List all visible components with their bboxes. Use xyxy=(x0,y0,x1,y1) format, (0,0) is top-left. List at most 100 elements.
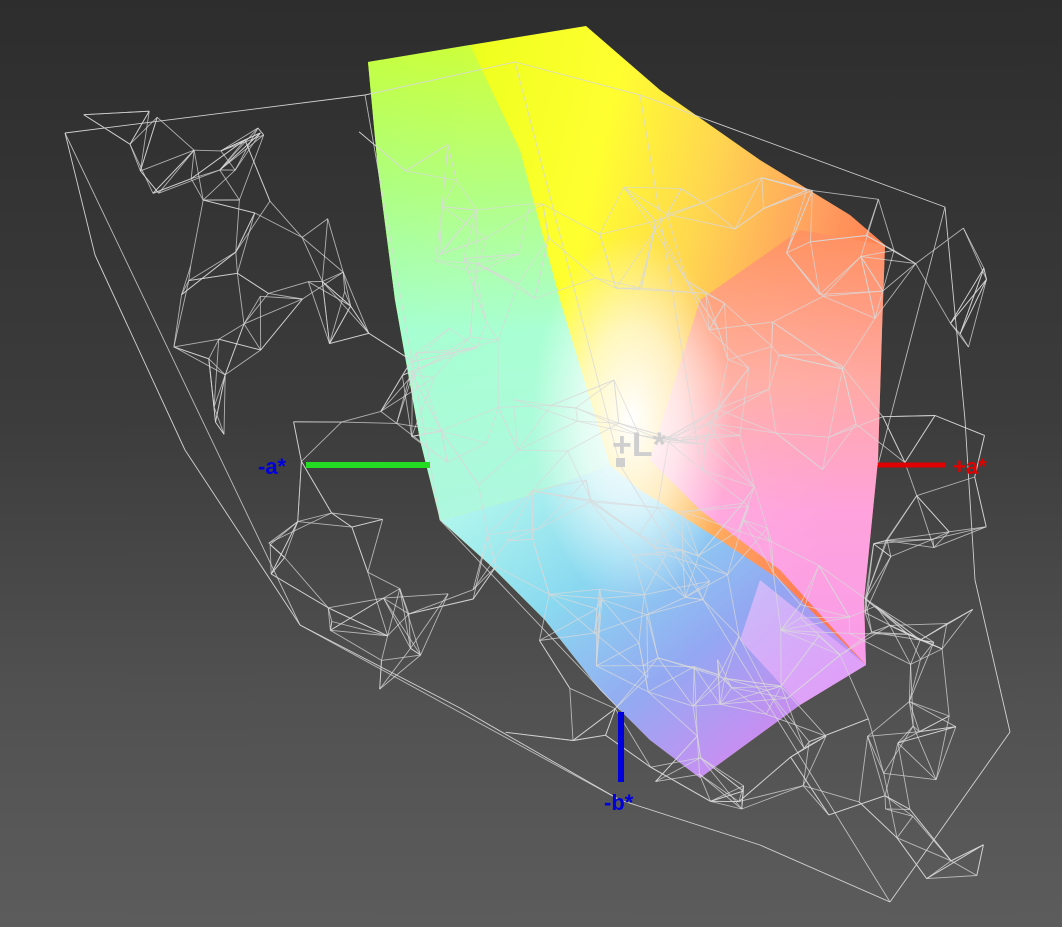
wireframe-edge xyxy=(710,790,744,802)
wireframe-edge xyxy=(297,461,302,522)
wireframe-edge xyxy=(297,512,332,523)
wireframe-edge xyxy=(896,816,914,839)
wireframe-edge xyxy=(329,621,333,631)
wireframe-edge xyxy=(194,149,221,152)
wireframe-edge xyxy=(140,170,160,194)
wireframe-edge xyxy=(867,736,886,796)
wireframe-edge xyxy=(173,338,219,348)
wireframe-edge xyxy=(569,688,574,741)
wireframe-edge xyxy=(867,736,885,774)
wireframe-edge xyxy=(915,227,964,264)
wireframe-edge xyxy=(904,415,936,463)
wireframe-edge xyxy=(950,860,978,876)
wireframe-edge xyxy=(976,844,984,876)
wireframe-edge xyxy=(926,844,984,879)
gamut-viewport[interactable]: +L* +a* -a* -b* xyxy=(0,0,1062,927)
wireframe-edge xyxy=(190,139,246,180)
wireframe-edge xyxy=(188,272,238,282)
wireframe-edge xyxy=(218,323,245,340)
wireframe-edge xyxy=(327,218,344,273)
wireframe-edge xyxy=(882,263,916,292)
wireframe-edge xyxy=(269,200,303,238)
wireframe-edge xyxy=(812,190,879,200)
wireframe-edge xyxy=(341,410,381,423)
wireframe-edge xyxy=(301,421,342,462)
wireframe-edge xyxy=(329,305,351,344)
wireframe-edge xyxy=(208,358,216,423)
wireframe-edge xyxy=(219,169,240,201)
wireframe-edge xyxy=(884,795,887,810)
wireframe-edge xyxy=(268,512,332,544)
wireframe-edge xyxy=(64,132,96,256)
wireframe-edge xyxy=(459,707,621,801)
wireframe-edge xyxy=(301,237,323,282)
wireframe-edge xyxy=(959,333,969,348)
wireframe-edge xyxy=(877,206,946,466)
wireframe-edge xyxy=(941,648,950,717)
wireframe-edge xyxy=(268,281,309,294)
wireframe-edge xyxy=(889,625,911,665)
wireframe-edge xyxy=(941,623,948,649)
wireframe-edge xyxy=(790,756,830,816)
wireframe-edge xyxy=(912,725,937,780)
wireframe-edge xyxy=(224,323,245,375)
wireframe-edge xyxy=(884,795,914,817)
wireframe-edge xyxy=(919,623,948,641)
wireframe-edge xyxy=(531,490,534,540)
wireframe-edge xyxy=(301,461,332,514)
wireframe-edge xyxy=(235,251,238,274)
wireframe-edge xyxy=(875,605,921,641)
wireframe-edge xyxy=(235,200,271,253)
wireframe-edge xyxy=(260,298,303,351)
wireframe-edge xyxy=(301,237,344,273)
wireframe-edge xyxy=(380,374,413,412)
label-b-negative: -b* xyxy=(604,790,634,815)
wireframe-edge xyxy=(64,94,366,134)
wireframe-edge xyxy=(886,495,918,541)
wireframe-edge xyxy=(505,731,574,741)
wireframe-edge xyxy=(974,579,1011,733)
wireframe-edge xyxy=(152,178,192,194)
wireframe-edge xyxy=(235,199,240,253)
wireframe-edge xyxy=(203,199,255,214)
wireframe-edge xyxy=(974,476,987,527)
wireframe-edge xyxy=(329,332,369,345)
wireframe-edge xyxy=(328,607,388,637)
wireframe-edge xyxy=(190,200,204,267)
wireframe-edge xyxy=(350,305,370,334)
wireframe-edge xyxy=(94,254,186,451)
wireframe-edge xyxy=(882,416,906,463)
wireframe-edge xyxy=(173,346,209,360)
wireframe-edge xyxy=(858,736,869,802)
wireframe-edge xyxy=(156,116,195,151)
wireframe-edge xyxy=(935,726,957,780)
wireframe-edge xyxy=(916,495,950,533)
wireframe-edge xyxy=(129,144,141,172)
wireframe-edge xyxy=(173,294,183,347)
wireframe-edge xyxy=(379,660,382,690)
wireframe-edge xyxy=(215,421,225,435)
wireframe-edge xyxy=(889,731,1011,903)
wireframe-edge xyxy=(173,280,190,347)
wireframe-edge xyxy=(152,149,195,194)
wireframe-edge xyxy=(223,374,226,435)
wireframe-edge xyxy=(962,227,985,269)
wireframe-edge xyxy=(321,281,370,334)
wireframe-edge xyxy=(243,293,269,325)
wireframe-edge xyxy=(243,298,303,325)
wireframe-edge xyxy=(828,795,886,816)
wireframe-edge xyxy=(341,421,397,424)
wireframe-edge xyxy=(399,588,410,615)
wireframe-edge xyxy=(270,573,329,609)
wireframe-edge xyxy=(190,150,195,179)
wireframe-edge xyxy=(270,521,299,575)
wireframe-edge xyxy=(897,726,956,744)
wireframe-edge xyxy=(539,640,571,689)
wireframe-edge xyxy=(213,339,220,407)
wireframe-edge xyxy=(224,349,261,376)
wireframe-edge xyxy=(367,572,389,636)
wireframe-edge xyxy=(964,419,976,581)
wireframe-edge xyxy=(381,635,389,661)
wireframe-edge xyxy=(301,218,328,238)
wireframe-edge xyxy=(944,206,966,421)
